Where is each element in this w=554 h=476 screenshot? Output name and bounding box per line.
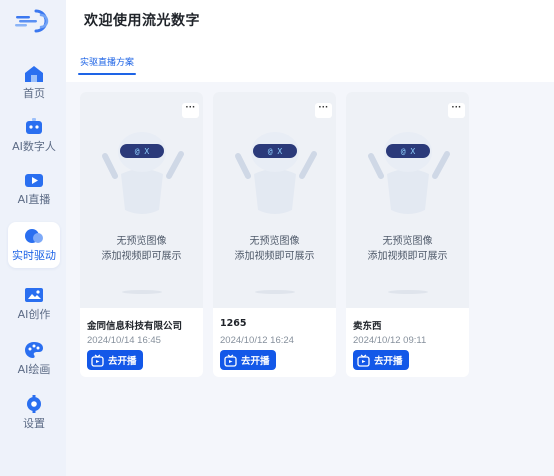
sidebar: 首页 AI数字人 AI直播 实时驱动 AI创作 AI绘画 设置	[0, 0, 66, 476]
robot-shadow	[388, 290, 428, 294]
plan-card[interactable]: ··· @ X 无预览图像 添加视频即可展示 卖东西 2024/10/12 09…	[346, 92, 469, 377]
robot-illustration-icon: @ X	[235, 132, 317, 214]
sidebar-item-settings[interactable]: 设置	[8, 390, 60, 436]
robot-shadow	[255, 290, 295, 294]
go-live-button[interactable]: 去开播	[353, 350, 409, 370]
live-camera-icon	[224, 354, 237, 367]
realtime-drive-icon	[25, 229, 43, 243]
card-title: 卖东西	[353, 321, 382, 332]
robot-illustration-icon: @ X	[368, 132, 450, 214]
sidebar-item-label: 首页	[23, 87, 45, 100]
tab-realtime-live-plan[interactable]: 实驱直播方案	[80, 55, 134, 73]
live-camera-icon	[357, 354, 370, 367]
robot-illustration-icon: @ X	[102, 132, 184, 214]
card-title: 金同信息科技有限公司	[87, 321, 183, 332]
go-live-button[interactable]: 去开播	[87, 350, 143, 370]
settings-icon	[27, 395, 41, 413]
sidebar-item-realtime-drive[interactable]: 实时驱动	[8, 222, 60, 268]
go-live-label: 去开播	[108, 356, 137, 367]
plan-card[interactable]: ··· @ X 无预览图像 添加视频即可展示 金同信息科技有限公司 2024/1…	[80, 92, 203, 377]
digital-human-icon	[26, 118, 42, 134]
card-timestamp: 2024/10/14 16:45	[87, 335, 161, 346]
add-video-hint: 添加视频即可展示	[101, 251, 182, 262]
sidebar-item-label: AI创作	[17, 308, 51, 321]
sidebar-item-label: 实时驱动	[12, 249, 56, 262]
sidebar-item-ai-creation[interactable]: AI创作	[8, 281, 60, 327]
no-preview-text: 无预览图像	[116, 236, 167, 247]
more-options-button[interactable]: ···	[448, 103, 465, 118]
page-title: 欢迎使用流光数字	[84, 13, 200, 29]
add-video-hint: 添加视频即可展示	[234, 251, 315, 262]
plan-card[interactable]: ··· @ X 无预览图像 添加视频即可展示 1265 2024/10/12 1…	[213, 92, 336, 377]
painting-icon	[25, 342, 43, 358]
more-options-button[interactable]: ···	[182, 103, 199, 118]
no-preview-text: 无预览图像	[382, 236, 433, 247]
creation-icon	[25, 288, 43, 302]
svg-text:@ X: @ X	[135, 147, 150, 156]
sidebar-item-ai-painting[interactable]: AI绘画	[8, 336, 60, 382]
sidebar-item-home[interactable]: 首页	[8, 60, 60, 106]
card-timestamp: 2024/10/12 09:11	[353, 335, 427, 346]
no-preview-text: 无预览图像	[249, 236, 300, 247]
sidebar-item-label: AI直播	[17, 193, 51, 206]
robot-shadow	[122, 290, 162, 294]
add-video-hint: 添加视频即可展示	[367, 251, 448, 262]
svg-text:@ X: @ X	[401, 147, 416, 156]
go-live-button[interactable]: 去开播	[220, 350, 276, 370]
card-timestamp: 2024/10/12 16:24	[220, 335, 294, 346]
tab-underline	[78, 73, 136, 75]
live-camera-icon	[91, 354, 104, 367]
go-live-label: 去开播	[374, 356, 403, 367]
card-title: 1265	[220, 318, 247, 329]
more-options-button[interactable]: ···	[315, 103, 332, 118]
app-logo-icon[interactable]	[14, 8, 54, 34]
go-live-label: 去开播	[241, 356, 270, 367]
sidebar-item-label: 设置	[23, 417, 45, 430]
sidebar-item-label: AI绘画	[17, 363, 51, 376]
sidebar-item-ai-live[interactable]: AI直播	[8, 166, 60, 212]
live-icon	[25, 174, 43, 187]
sidebar-item-ai-digital-human[interactable]: AI数字人	[8, 113, 60, 159]
svg-text:@ X: @ X	[268, 147, 283, 156]
home-icon	[25, 66, 43, 82]
sidebar-item-label: AI数字人	[12, 140, 56, 153]
